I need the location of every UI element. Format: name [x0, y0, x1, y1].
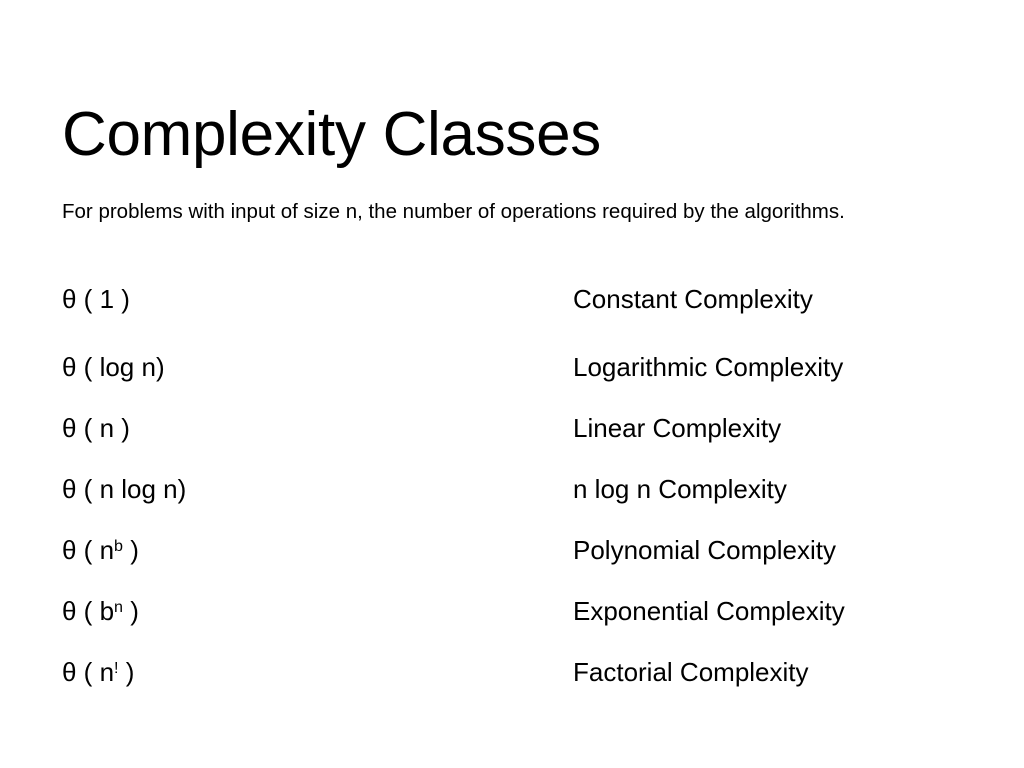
complexity-label: Polynomial Complexity [573, 535, 836, 565]
notation-prefix: θ ( n log n) [62, 474, 187, 504]
notation-base: n [99, 657, 115, 687]
notation-prefix: θ ( [62, 596, 100, 626]
notation-superscript: b [114, 537, 124, 556]
table-row: θ ( 1 ) Constant Complexity [62, 282, 962, 350]
table-row: θ ( log n) Logarithmic Complexity [62, 350, 962, 411]
notation-cell: θ ( n ) [62, 411, 130, 445]
notation-superscript: n [114, 598, 124, 617]
complexity-table: θ ( 1 ) Constant Complexity θ ( log n) L… [62, 282, 962, 716]
complexity-label: Factorial Complexity [573, 657, 809, 687]
complexity-label: n log n Complexity [573, 474, 787, 504]
notation-prefix: θ ( 1 ) [62, 284, 130, 314]
table-row: θ ( nb ) Polynomial Complexity [62, 533, 962, 594]
page-title: Complexity Classes [62, 99, 601, 169]
notation-cell: θ ( log n) [62, 350, 165, 384]
notation-cell: θ ( n log n) [62, 472, 186, 506]
table-row: θ ( bn ) Exponential Complexity [62, 594, 962, 655]
notation-suffix: ) [123, 535, 139, 565]
complexity-label: Exponential Complexity [573, 596, 845, 626]
table-row: θ ( n log n) n log n Complexity [62, 472, 962, 533]
notation-suffix: ) [123, 596, 139, 626]
notation-prefix: θ ( [62, 535, 100, 565]
notation-cell: θ ( bn ) [62, 594, 139, 628]
complexity-label: Logarithmic Complexity [573, 352, 844, 382]
notation-prefix: θ ( log n) [62, 352, 165, 382]
notation-cell: θ ( nb ) [62, 533, 139, 567]
table-row: θ ( n ) Linear Complexity [62, 411, 962, 472]
complexity-label: Linear Complexity [573, 413, 782, 443]
slide: Complexity Classes For problems with inp… [0, 0, 1024, 768]
notation-base: b [99, 596, 115, 626]
notation-superscript: ! [114, 659, 119, 678]
notation-base: n [99, 535, 115, 565]
notation-prefix: θ ( n ) [62, 413, 130, 443]
notation-cell: θ ( 1 ) [62, 282, 130, 316]
table-row: θ ( n! ) Factorial Complexity [62, 655, 962, 716]
slide-subtitle: For problems with input of size n, the n… [62, 199, 845, 223]
notation-suffix: ) [118, 657, 135, 687]
notation-prefix: θ ( [62, 657, 100, 687]
notation-cell: θ ( n! ) [62, 655, 134, 689]
complexity-label: Constant Complexity [573, 284, 813, 314]
